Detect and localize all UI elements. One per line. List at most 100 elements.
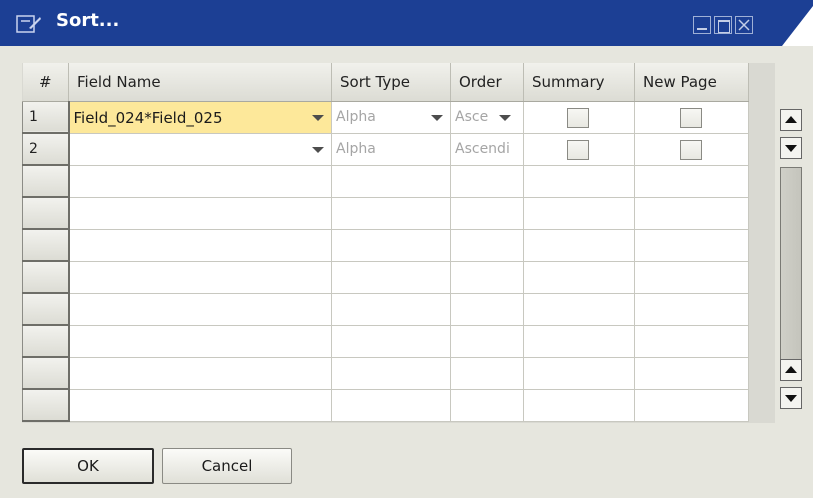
order-cell[interactable] — [450, 389, 524, 422]
new-page-cell — [634, 325, 749, 358]
field-name-cell[interactable] — [68, 261, 332, 294]
chevron-down-icon[interactable] — [312, 114, 324, 121]
row-number[interactable] — [22, 228, 70, 262]
table-row — [22, 324, 749, 358]
summary-cell — [523, 357, 635, 390]
sort-type-cell[interactable] — [331, 389, 451, 422]
new-page-cell — [634, 197, 749, 230]
chevron-down-icon[interactable] — [312, 146, 324, 153]
order-cell[interactable] — [450, 165, 524, 198]
ok-button[interactable]: OK — [22, 448, 154, 484]
table-row — [22, 292, 749, 326]
close-icon[interactable] — [735, 16, 753, 34]
new-page-checkbox[interactable] — [679, 107, 702, 128]
summary-cell — [523, 261, 635, 294]
summary-checkbox[interactable] — [567, 107, 589, 128]
summary-cell — [523, 197, 635, 230]
minimize-icon[interactable] — [693, 16, 711, 34]
order-cell[interactable] — [450, 325, 524, 358]
new-page-cell — [634, 101, 749, 134]
scroll-thumb[interactable] — [780, 167, 802, 364]
scroll-up-icon[interactable] — [780, 359, 802, 381]
header-row: # Field Name Sort Type Order Summary New… — [22, 63, 749, 102]
new-page-checkbox[interactable] — [679, 139, 702, 160]
summary-cell — [523, 389, 635, 422]
field-name-cell[interactable]: Field_024*Field_025 — [68, 101, 332, 134]
cancel-button[interactable]: Cancel — [162, 448, 292, 484]
field-name-cell[interactable] — [68, 389, 332, 422]
row-number[interactable]: 2 — [22, 132, 70, 166]
order-cell[interactable] — [450, 229, 524, 262]
order-cell[interactable]: Ascendi — [450, 133, 524, 166]
summary-cell — [523, 133, 635, 166]
sort-type-cell[interactable]: Alpha — [331, 133, 451, 166]
order-cell[interactable] — [450, 357, 524, 390]
table-row — [22, 388, 749, 422]
sort-type-cell[interactable] — [331, 293, 451, 326]
order-value: Ascendi — [455, 140, 510, 157]
row-number[interactable] — [22, 164, 70, 198]
row-number[interactable] — [22, 388, 70, 422]
sort-type-cell[interactable] — [331, 165, 451, 198]
order-cell[interactable] — [450, 197, 524, 230]
new-page-cell — [634, 357, 749, 390]
chevron-down-icon[interactable] — [499, 114, 511, 121]
title-bar-background — [0, 0, 813, 46]
summary-cell — [523, 293, 635, 326]
table-row — [22, 228, 749, 262]
sort-type-cell[interactable] — [331, 261, 451, 294]
table-row: 1 Field_024*Field_025 Alpha Asce — [22, 100, 749, 134]
field-name-cell[interactable] — [68, 197, 332, 230]
form-icon — [16, 15, 41, 33]
maximize-icon[interactable] — [714, 16, 732, 34]
vertical-scrollbar[interactable] — [777, 101, 805, 421]
new-page-cell — [634, 165, 749, 198]
sort-table: # Field Name Sort Type Order Summary New… — [22, 63, 749, 422]
order-cell[interactable] — [450, 293, 524, 326]
summary-cell — [523, 325, 635, 358]
scroll-up-icon[interactable] — [780, 109, 802, 131]
table-row — [22, 164, 749, 198]
field-name-cell[interactable] — [68, 165, 332, 198]
sort-type-value: Alpha — [336, 108, 376, 125]
row-number[interactable]: 1 — [22, 100, 70, 134]
chevron-down-icon[interactable] — [431, 114, 443, 121]
column-header-order[interactable]: Order — [450, 63, 524, 102]
sort-type-cell[interactable]: Alpha — [331, 101, 451, 134]
field-name-cell[interactable] — [68, 325, 332, 358]
table-row — [22, 260, 749, 294]
sort-type-cell[interactable] — [331, 357, 451, 390]
summary-cell — [523, 229, 635, 262]
field-name-cell[interactable] — [68, 357, 332, 390]
column-header-sort-type[interactable]: Sort Type — [331, 63, 451, 102]
field-name-value: Field_024*Field_025 — [73, 108, 223, 127]
new-page-cell — [634, 293, 749, 326]
scroll-down-icon[interactable] — [780, 387, 802, 409]
new-page-cell — [634, 133, 749, 166]
column-header-field-name[interactable]: Field Name — [68, 63, 332, 102]
row-number[interactable] — [22, 260, 70, 294]
field-name-cell[interactable] — [68, 293, 332, 326]
order-value: Asce — [455, 108, 489, 125]
scroll-down-icon[interactable] — [780, 137, 802, 159]
window-title: Sort... — [56, 10, 120, 31]
summary-cell — [523, 101, 635, 134]
order-cell[interactable] — [450, 261, 524, 294]
column-header-summary[interactable]: Summary — [523, 63, 635, 102]
field-name-cell[interactable] — [68, 229, 332, 262]
row-number[interactable] — [22, 292, 70, 326]
new-page-cell — [634, 261, 749, 294]
column-header-new-page[interactable]: New Page — [634, 63, 749, 102]
field-name-cell[interactable] — [68, 133, 332, 166]
sort-type-cell[interactable] — [331, 229, 451, 262]
order-cell[interactable]: Asce — [450, 101, 524, 134]
title-bar: Sort... — [0, 0, 813, 46]
row-number[interactable] — [22, 196, 70, 230]
sort-type-value: Alpha — [336, 140, 376, 157]
table-row — [22, 196, 749, 230]
row-number[interactable] — [22, 356, 70, 390]
sort-type-cell[interactable] — [331, 325, 451, 358]
sort-type-cell[interactable] — [331, 197, 451, 230]
row-number[interactable] — [22, 324, 70, 358]
summary-checkbox[interactable] — [567, 139, 589, 160]
